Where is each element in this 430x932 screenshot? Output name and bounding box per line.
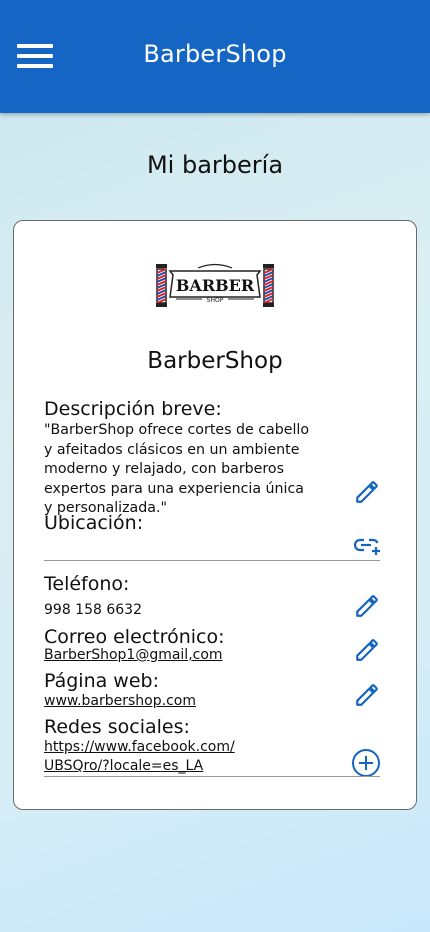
description-label: Descripción breve: [44,398,222,420]
email-value[interactable]: BarberShop1@gmail,com [44,647,223,663]
edit-description-pencil-icon[interactable] [354,479,380,505]
svg-text:SHOP: SHOP [207,297,224,304]
shop-card: BARBER SHOP BarberShop Descripción breve… [13,220,417,810]
phone-value: 998 158 6632 [44,602,142,618]
add-social-plus-circle-icon[interactable] [351,748,381,778]
social-value-line1[interactable]: https://www.facebook.com/ [44,739,235,755]
svg-text:BARBER: BARBER [176,276,255,295]
add-link-icon[interactable] [354,535,382,557]
app-title: BarberShop [143,40,287,68]
edit-website-pencil-icon[interactable] [354,682,380,708]
location-label: Ubicación: [44,512,144,534]
social-divider [44,776,380,777]
edit-email-pencil-icon[interactable] [354,637,380,663]
shop-name: BarberShop [147,348,283,374]
page-title: Mi barbería [146,151,284,179]
description-text: "BarberShop ofrece cortes de cabello y a… [44,422,310,516]
website-value[interactable]: www.barbershop.com [44,693,196,709]
barbershop-logo: BARBER SHOP [156,263,274,307]
phone-label: Teléfono: [44,573,130,595]
website-label: Página web: [44,670,160,692]
location-divider [44,560,380,561]
social-value-line2[interactable]: UBSQro/?locale=es_LA [44,758,203,774]
email-label: Correo electrónico: [44,626,225,648]
edit-phone-pencil-icon[interactable] [354,593,380,619]
social-label: Redes sociales: [44,716,190,738]
app-bar: BarberShop [0,0,430,113]
